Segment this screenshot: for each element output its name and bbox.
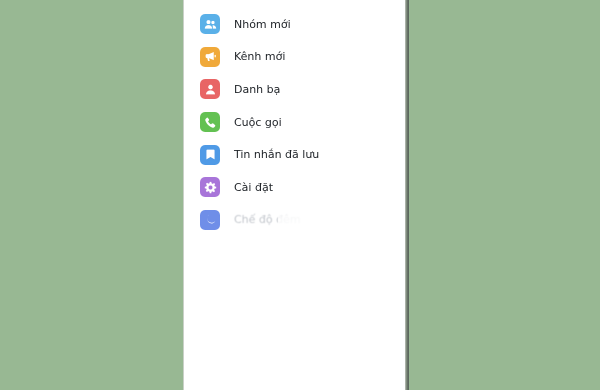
menu-item-new-group[interactable]: Nhóm mới [184,8,405,41]
menu-item-calls[interactable]: Cuộc gọi [184,106,405,139]
menu-item-label: Tin nhắn đã lưu [234,148,320,162]
phone-icon [200,112,220,133]
menu-item-contacts[interactable]: Danh bạ [184,73,405,106]
menu-item-new-channel[interactable]: Kênh mới [184,41,405,74]
menu-item-label: Nhóm mới [234,17,291,31]
screenshot-stage: Nhóm mới Kênh mới Danh bạ Cuộc gọi Tin n… [0,0,600,390]
moon-icon [200,209,220,230]
menu-item-label: Kênh mới [234,50,286,64]
bookmark-icon [200,144,220,165]
side-menu-list: Nhóm mới Kênh mới Danh bạ Cuộc gọi Tin n… [184,8,405,236]
gear-icon [200,177,220,198]
users-icon [200,14,220,35]
megaphone-icon [200,46,220,67]
menu-item-saved-messages[interactable]: Tin nhắn đã lưu [184,138,405,171]
menu-item-label: Cài đặt [234,180,274,194]
person-icon [200,79,220,100]
menu-item-label: Chế độ đêm [234,213,301,227]
menu-item-label: Danh bạ [234,82,281,96]
menu-item-label: Cuộc gọi [234,115,282,129]
menu-item-settings[interactable]: Cài đặt [184,171,405,204]
side-menu-drawer: Nhóm mới Kênh mới Danh bạ Cuộc gọi Tin n… [183,0,405,390]
menu-item-night-mode[interactable]: Chế độ đêm [184,204,405,237]
